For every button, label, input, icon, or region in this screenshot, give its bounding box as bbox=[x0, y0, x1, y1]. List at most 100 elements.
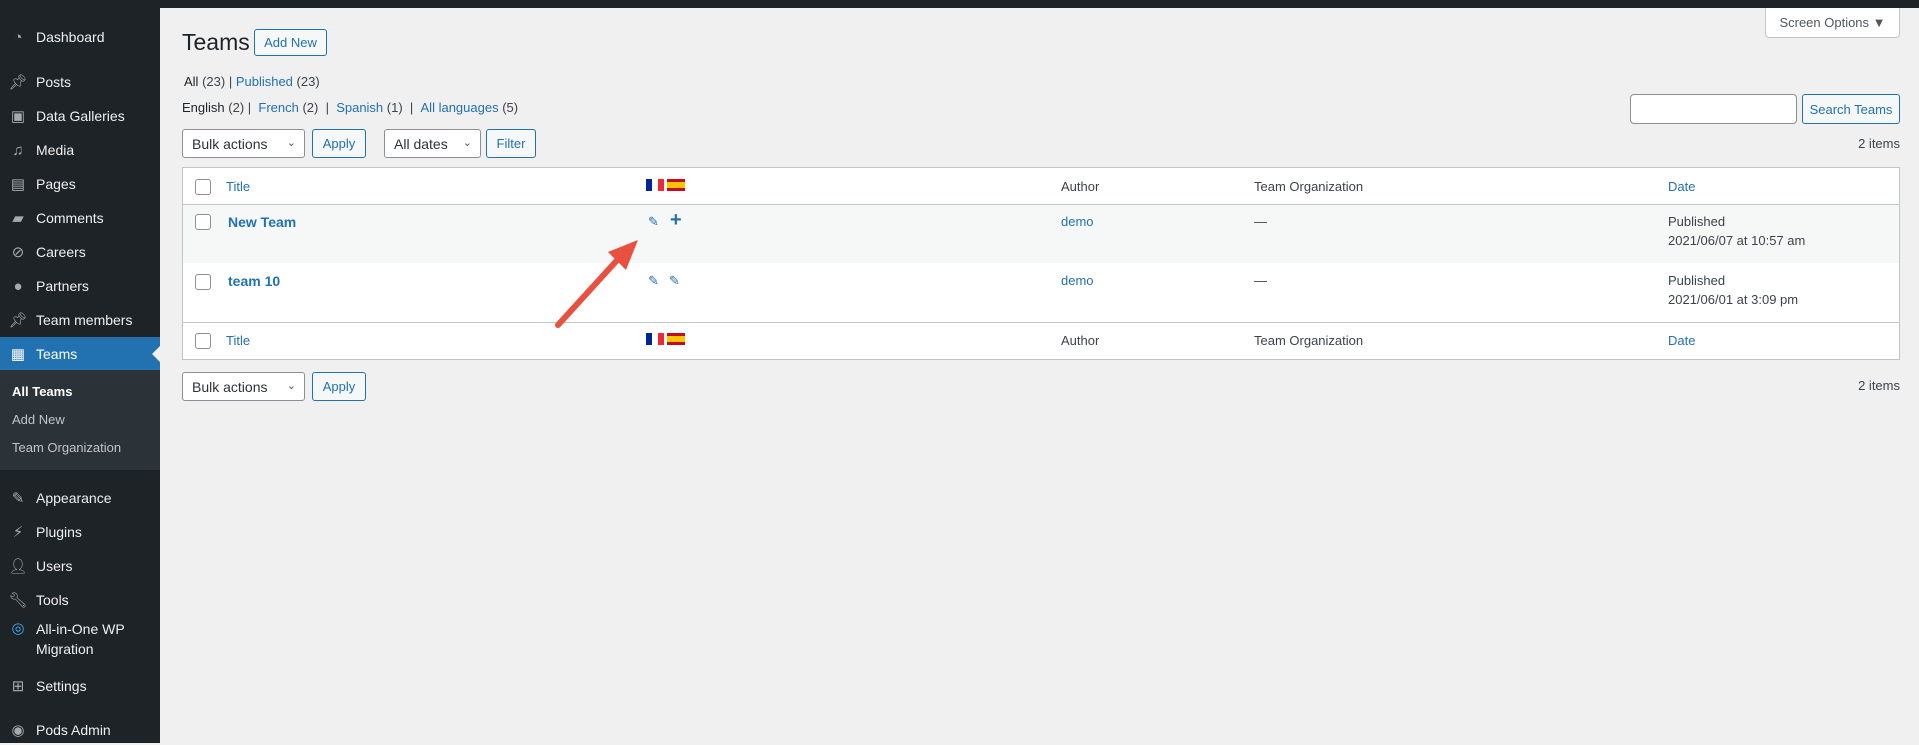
label-line2: Migration bbox=[36, 641, 94, 657]
triangle-down-icon: ▼ bbox=[1872, 15, 1886, 30]
lang-french[interactable]: French bbox=[258, 100, 298, 115]
add-spanish-translation-icon[interactable]: + bbox=[670, 209, 682, 232]
flag-france-icon bbox=[646, 178, 664, 191]
post-status: Published bbox=[1668, 273, 1726, 288]
sidebar-item-pages[interactable]: ▤ Pages bbox=[0, 169, 160, 199]
team-organization: — bbox=[1254, 214, 1267, 229]
sort-date[interactable]: Date bbox=[1668, 333, 1695, 348]
sidebar-item-careers[interactable]: ⊘ Careers bbox=[0, 237, 160, 267]
status-all[interactable]: All bbox=[184, 74, 198, 89]
search-input[interactable] bbox=[1630, 94, 1797, 124]
author-link[interactable]: demo bbox=[1061, 214, 1094, 229]
comment-icon: ▰ bbox=[12, 210, 24, 227]
label-line1: All-in-One WP bbox=[36, 621, 125, 637]
search-teams-button[interactable]: Search Teams bbox=[1802, 94, 1900, 124]
label: Partners bbox=[36, 278, 89, 294]
sidebar-item-all-in-one-migration[interactable]: ◎ All-in-One WP Migration bbox=[0, 619, 160, 663]
sidebar-item-users[interactable]: 👤︎ Users bbox=[0, 551, 160, 581]
sort-title[interactable]: Title bbox=[226, 179, 250, 194]
submenu-all-teams[interactable]: All Teams bbox=[12, 384, 72, 399]
table-header: Title Author Team Organization Date bbox=[183, 168, 1899, 205]
date-filter-select[interactable]: All dates ⌄ bbox=[384, 129, 481, 158]
bulk-actions-select-bottom[interactable]: Bulk actions ⌄ bbox=[182, 372, 305, 401]
media-icon: ♫ bbox=[12, 141, 24, 159]
lang-english[interactable]: English bbox=[182, 100, 225, 115]
sort-title[interactable]: Title bbox=[226, 333, 250, 348]
sidebar-item-data-galleries[interactable]: ▣ Data Galleries bbox=[0, 101, 160, 131]
annotation-arrow-icon bbox=[555, 240, 638, 328]
label: Tools bbox=[36, 592, 69, 608]
user-icon: 👤︎ bbox=[8, 558, 28, 575]
label: Data Galleries bbox=[36, 108, 125, 124]
pin-icon: 📌︎ bbox=[8, 312, 28, 329]
sidebar-item-comments[interactable]: ▰ Comments bbox=[0, 203, 160, 233]
bulk-actions-select[interactable]: Bulk actions ⌄ bbox=[182, 129, 305, 158]
sidebar-item-dashboard[interactable]: ◔ Dashboard bbox=[0, 22, 160, 52]
row-title-link[interactable]: team 10 bbox=[228, 273, 280, 289]
edit-french-translation-icon[interactable]: ✎ bbox=[648, 214, 659, 230]
label: Plugins bbox=[36, 524, 82, 540]
label: Media bbox=[36, 142, 75, 158]
teams-submenu: All Teams Add New Team Organization bbox=[0, 370, 160, 470]
count: (1) bbox=[386, 100, 403, 115]
post-date: 2021/06/01 at 3:09 pm bbox=[1668, 292, 1799, 307]
table-footer: Title Author Team Organization Date bbox=[183, 323, 1899, 360]
gallery-icon: ▣ bbox=[10, 108, 26, 125]
sidebar-item-appearance[interactable]: ✎ Appearance bbox=[0, 483, 160, 513]
value: Bulk actions bbox=[192, 378, 268, 395]
col-team-organization: Team Organization bbox=[1254, 333, 1364, 348]
sort-date[interactable]: Date bbox=[1668, 179, 1695, 194]
lang-spanish[interactable]: Spanish bbox=[336, 100, 383, 115]
value: All dates bbox=[394, 135, 448, 152]
submenu-team-organization[interactable]: Team Organization bbox=[12, 440, 121, 455]
wrench-icon: 🔧︎ bbox=[8, 592, 28, 609]
row-title-link[interactable]: New Team bbox=[228, 214, 296, 230]
count: (23) bbox=[296, 74, 320, 89]
flag-spain-icon bbox=[667, 332, 685, 345]
apply-button-bottom[interactable]: Apply bbox=[312, 372, 366, 401]
label: Careers bbox=[36, 244, 86, 260]
admin-sidebar: ◔ Dashboard 📌︎ Posts ▣ Data Galleries ♫ Medi… bbox=[0, 8, 160, 743]
submenu-add-new[interactable]: Add New bbox=[12, 412, 65, 427]
groups-icon: ● bbox=[13, 277, 23, 295]
lang-all[interactable]: All languages bbox=[421, 100, 499, 115]
sidebar-item-team-members[interactable]: 📌︎ Team members bbox=[0, 305, 160, 335]
edit-spanish-translation-icon[interactable]: ✎ bbox=[669, 273, 680, 289]
status-published[interactable]: Published bbox=[236, 74, 293, 89]
label: Pages bbox=[36, 176, 76, 192]
select-all-checkbox[interactable] bbox=[195, 179, 211, 195]
count: (2) bbox=[302, 100, 319, 115]
row-checkbox[interactable] bbox=[195, 214, 211, 230]
post-date: 2021/06/07 at 10:57 am bbox=[1668, 233, 1806, 248]
items-count-bottom: 2 items bbox=[1858, 378, 1900, 393]
chevron-down-icon: ⌄ bbox=[286, 380, 296, 392]
dashboard-icon: ◔ bbox=[13, 28, 23, 46]
pods-icon: ◉ bbox=[11, 722, 25, 739]
label: Appearance bbox=[36, 490, 112, 506]
apply-button[interactable]: Apply bbox=[312, 129, 366, 158]
brush-icon: ✎ bbox=[11, 490, 25, 507]
sidebar-item-plugins[interactable]: ⚡︎ Plugins bbox=[0, 517, 160, 547]
sidebar-item-posts[interactable]: 📌︎ Posts bbox=[0, 67, 160, 97]
label: Dashboard bbox=[36, 29, 105, 45]
label: Posts bbox=[36, 74, 72, 90]
label: Pods Admin bbox=[36, 722, 111, 738]
author-link[interactable]: demo bbox=[1061, 273, 1094, 288]
sidebar-item-tools[interactable]: 🔧︎ Tools bbox=[0, 585, 160, 615]
select-all-checkbox[interactable] bbox=[195, 333, 211, 349]
language-flags bbox=[646, 176, 688, 191]
row-checkbox[interactable] bbox=[195, 274, 211, 290]
admin-bar bbox=[0, 0, 1919, 8]
sidebar-item-settings[interactable]: ⊞ Settings bbox=[0, 671, 160, 701]
chevron-down-icon: ⌄ bbox=[286, 137, 296, 149]
sidebar-item-media[interactable]: ♫ Media bbox=[0, 135, 160, 165]
sidebar-item-pods-admin[interactable]: ◉ Pods Admin bbox=[0, 715, 160, 745]
filter-button[interactable]: Filter bbox=[486, 129, 536, 158]
sidebar-item-teams[interactable]: ▦ Teams bbox=[0, 337, 160, 371]
label: Teams bbox=[36, 346, 78, 362]
sidebar-item-partners[interactable]: ● Partners bbox=[0, 271, 160, 301]
screen-options-button[interactable]: Screen Options ▼ bbox=[1765, 8, 1900, 38]
add-new-button[interactable]: Add New bbox=[254, 29, 327, 56]
language-filter: English (2) | French (2) | Spanish (1) |… bbox=[182, 100, 519, 115]
team-organization: — bbox=[1254, 273, 1267, 288]
